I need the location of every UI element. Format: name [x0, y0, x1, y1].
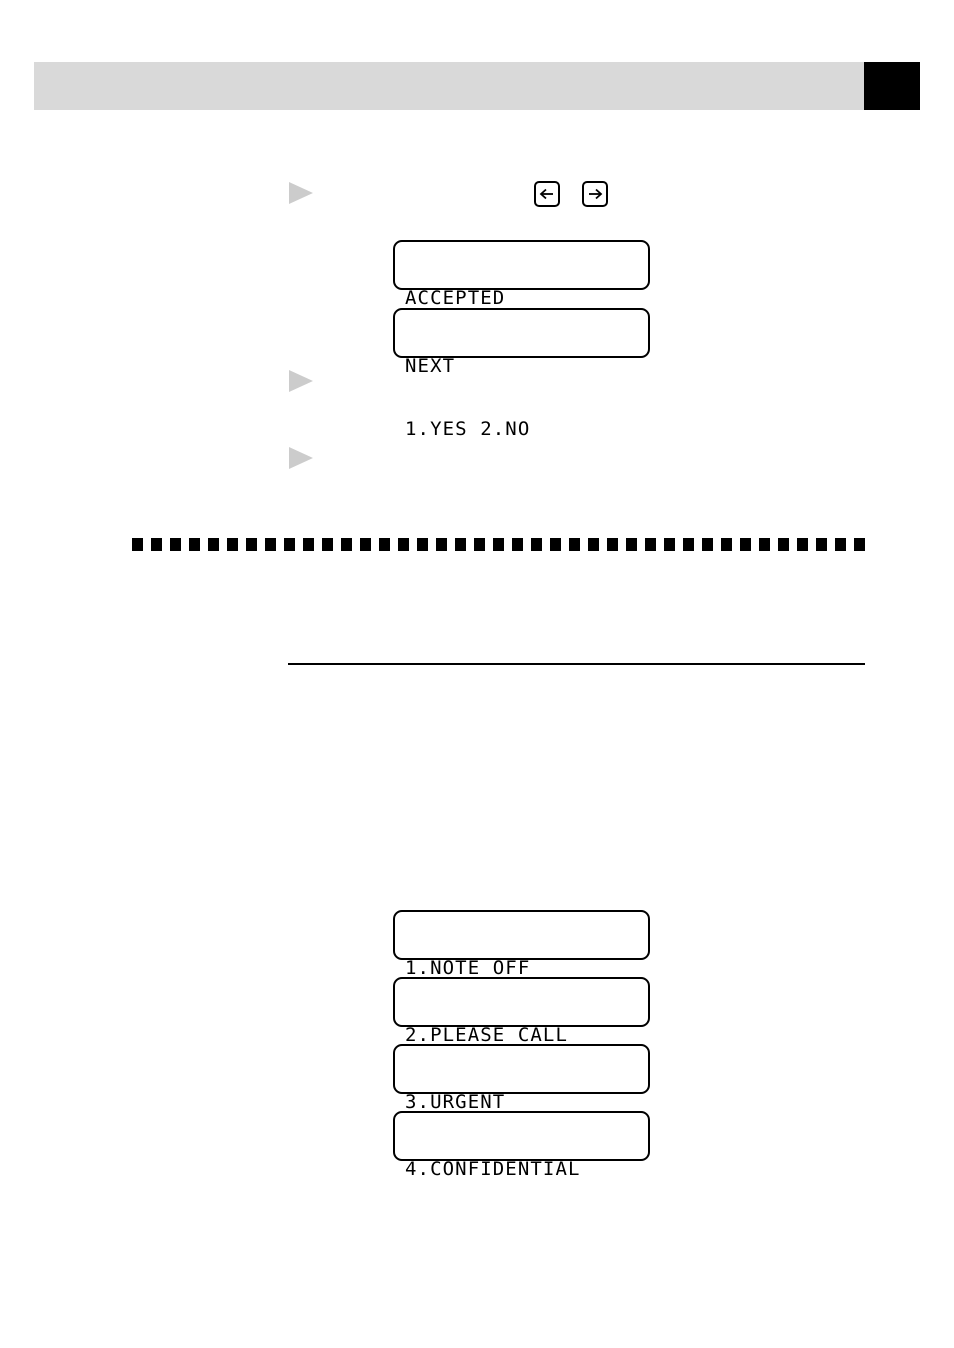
lcd-line-1: 2.PLEASE CALL: [405, 1024, 569, 1046]
lcd-display-note-option-4: 4.CONFIDENTIAL: [393, 1111, 650, 1180]
lcd-display-accepted: ACCEPTED: [393, 240, 650, 309]
lcd-line-2: 1.YES 2.NO: [405, 418, 531, 440]
dotted-separator: [132, 538, 870, 551]
left-arrow-key-icon[interactable]: [534, 181, 560, 207]
lcd-line-1: 3.URGENT: [405, 1091, 506, 1113]
lcd-line-1: NEXT: [405, 355, 456, 377]
page-header-band: [34, 62, 868, 110]
lcd-line-1: 4.CONFIDENTIAL: [405, 1158, 581, 1180]
right-arrow-key-icon[interactable]: [582, 181, 608, 207]
lcd-display-next: NEXT 1.YES 2.NO: [393, 308, 650, 440]
section-rule: [288, 663, 865, 665]
step-marker-1: [289, 182, 313, 204]
lcd-display-note-option-1: 1.NOTE OFF: [393, 910, 650, 979]
step-marker-3: [289, 447, 313, 469]
manual-page: ACCEPTED NEXT 1.YES 2.NO 1.NOTE OFF 2.PL…: [0, 0, 954, 1348]
step-marker-2: [289, 370, 313, 392]
page-number-tab: [864, 62, 920, 110]
lcd-line-1: 1.NOTE OFF: [405, 957, 531, 979]
lcd-display-note-option-3: 3.URGENT: [393, 1044, 650, 1113]
lcd-line-1: ACCEPTED: [405, 287, 506, 309]
lcd-display-note-option-2: 2.PLEASE CALL: [393, 977, 650, 1046]
